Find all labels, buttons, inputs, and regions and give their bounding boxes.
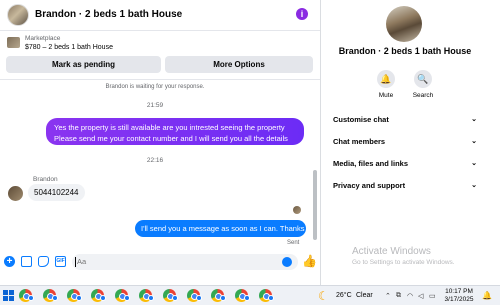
- wifi-icon[interactable]: ◠: [407, 292, 413, 300]
- section-label: Chat members: [333, 137, 386, 146]
- clock-time[interactable]: 10:17 PM: [441, 288, 477, 295]
- chevron-up-icon[interactable]: ⌃: [385, 292, 391, 300]
- section-label: Privacy and support: [333, 181, 406, 190]
- profile-badge-icon: [268, 295, 274, 301]
- message-status: Sent: [287, 240, 300, 246]
- taskbar: ☾ 26°C Clear ⌃ ⧉ ◠ ◁ ▭ 10:17 PM 3/17/202…: [0, 285, 500, 305]
- mark-as-pending-button[interactable]: Mark as pending: [6, 56, 161, 73]
- chat-avatar[interactable]: [7, 4, 29, 26]
- timestamp: 22:16: [146, 157, 164, 164]
- plus-icon[interactable]: +: [4, 256, 15, 267]
- profile-badge-icon: [196, 295, 202, 301]
- section-label: Customise chat: [333, 115, 389, 124]
- thumbs-up-icon[interactable]: 👍: [302, 255, 317, 268]
- listing-title[interactable]: $780 – 2 beds 1 bath House: [25, 44, 113, 51]
- section-media-files-links[interactable]: Media, files and links ⌄: [333, 159, 477, 168]
- incoming-message[interactable]: 5044102244: [28, 184, 85, 201]
- message-input[interactable]: [72, 254, 298, 270]
- section-privacy-support[interactable]: Privacy and support ⌄: [333, 181, 477, 190]
- section-chat-members[interactable]: Chat members ⌄: [333, 137, 477, 146]
- emoji-icon[interactable]: [282, 257, 292, 267]
- marketplace-label: Marketplace: [25, 35, 61, 42]
- scrollbar[interactable]: [313, 170, 317, 240]
- chat-title[interactable]: Brandon · 2 beds 1 bath House: [35, 9, 182, 20]
- message-text-line: Yes the property is still available are …: [54, 123, 285, 132]
- mute-label[interactable]: Mute: [371, 92, 401, 99]
- waiting-notice: Brandon is waiting for your response.: [105, 84, 205, 90]
- outgoing-message[interactable]: Yes the property is still available are …: [46, 118, 304, 145]
- profile-badge-icon: [244, 295, 250, 301]
- profile-badge-icon: [148, 295, 154, 301]
- profile-badge-icon: [76, 295, 82, 301]
- chat-details-panel: Brandon · 2 beds 1 bath House 🔔 🔍 Mute S…: [321, 0, 500, 285]
- image-icon[interactable]: [21, 256, 32, 267]
- composer: + GIF 👍: [0, 252, 320, 272]
- timestamp: 21:59: [146, 102, 164, 109]
- side-title: Brandon · 2 beds 1 bath House: [338, 46, 472, 56]
- weather-condition[interactable]: Clear: [356, 292, 373, 299]
- chevron-down-icon: ⌄: [471, 116, 477, 123]
- profile-badge-icon: [220, 295, 226, 301]
- chevron-down-icon: ⌄: [471, 160, 477, 167]
- header-divider: [0, 30, 320, 31]
- profile-badge-icon: [52, 295, 58, 301]
- windows-start-icon[interactable]: [3, 290, 14, 301]
- search-icon[interactable]: 🔍: [414, 70, 432, 88]
- weather-temperature[interactable]: 26°C: [336, 292, 352, 299]
- bell-icon[interactable]: 🔔: [377, 70, 395, 88]
- chat-header: Brandon · 2 beds 1 bath House i: [0, 0, 320, 30]
- message-text-line: Please send me your contact number and I…: [54, 133, 288, 143]
- sticker-icon[interactable]: [38, 256, 49, 267]
- chat-panel: Brandon · 2 beds 1 bath House i Marketpl…: [0, 0, 320, 285]
- battery-icon[interactable]: ▭: [429, 292, 436, 300]
- sender-avatar[interactable]: [8, 186, 23, 201]
- section-label: Media, files and links: [333, 159, 409, 168]
- moon-icon[interactable]: ☾: [318, 289, 329, 303]
- notification-icon[interactable]: 🔔: [482, 291, 492, 300]
- listing-thumbnail[interactable]: [7, 37, 20, 48]
- outgoing-message[interactable]: I'll send you a message as soon as I can…: [135, 220, 306, 237]
- gif-icon[interactable]: GIF: [55, 256, 66, 267]
- section-customise-chat[interactable]: Customise chat ⌄: [333, 115, 477, 124]
- listing-divider: [0, 79, 320, 80]
- info-icon[interactable]: i: [296, 8, 308, 20]
- activate-windows-title: Activate Windows: [352, 246, 431, 257]
- network-icon[interactable]: ⧉: [396, 292, 401, 300]
- profile-badge-icon: [124, 295, 130, 301]
- volume-icon[interactable]: ◁: [418, 292, 423, 300]
- sender-name: Brandon: [33, 176, 58, 183]
- profile-avatar[interactable]: [386, 6, 422, 42]
- chevron-down-icon: ⌄: [471, 182, 477, 189]
- chevron-down-icon: ⌄: [471, 138, 477, 145]
- text-caret: [75, 257, 76, 267]
- clock-date[interactable]: 3/17/2025: [441, 296, 477, 303]
- activate-windows-subtitle: Go to Settings to activate Windows.: [352, 259, 455, 266]
- profile-badge-icon: [172, 295, 178, 301]
- more-options-button[interactable]: More Options: [165, 56, 313, 73]
- search-label[interactable]: Search: [408, 92, 438, 99]
- seen-indicator-avatar: [293, 206, 301, 214]
- profile-badge-icon: [100, 295, 106, 301]
- profile-badge-icon: [28, 295, 34, 301]
